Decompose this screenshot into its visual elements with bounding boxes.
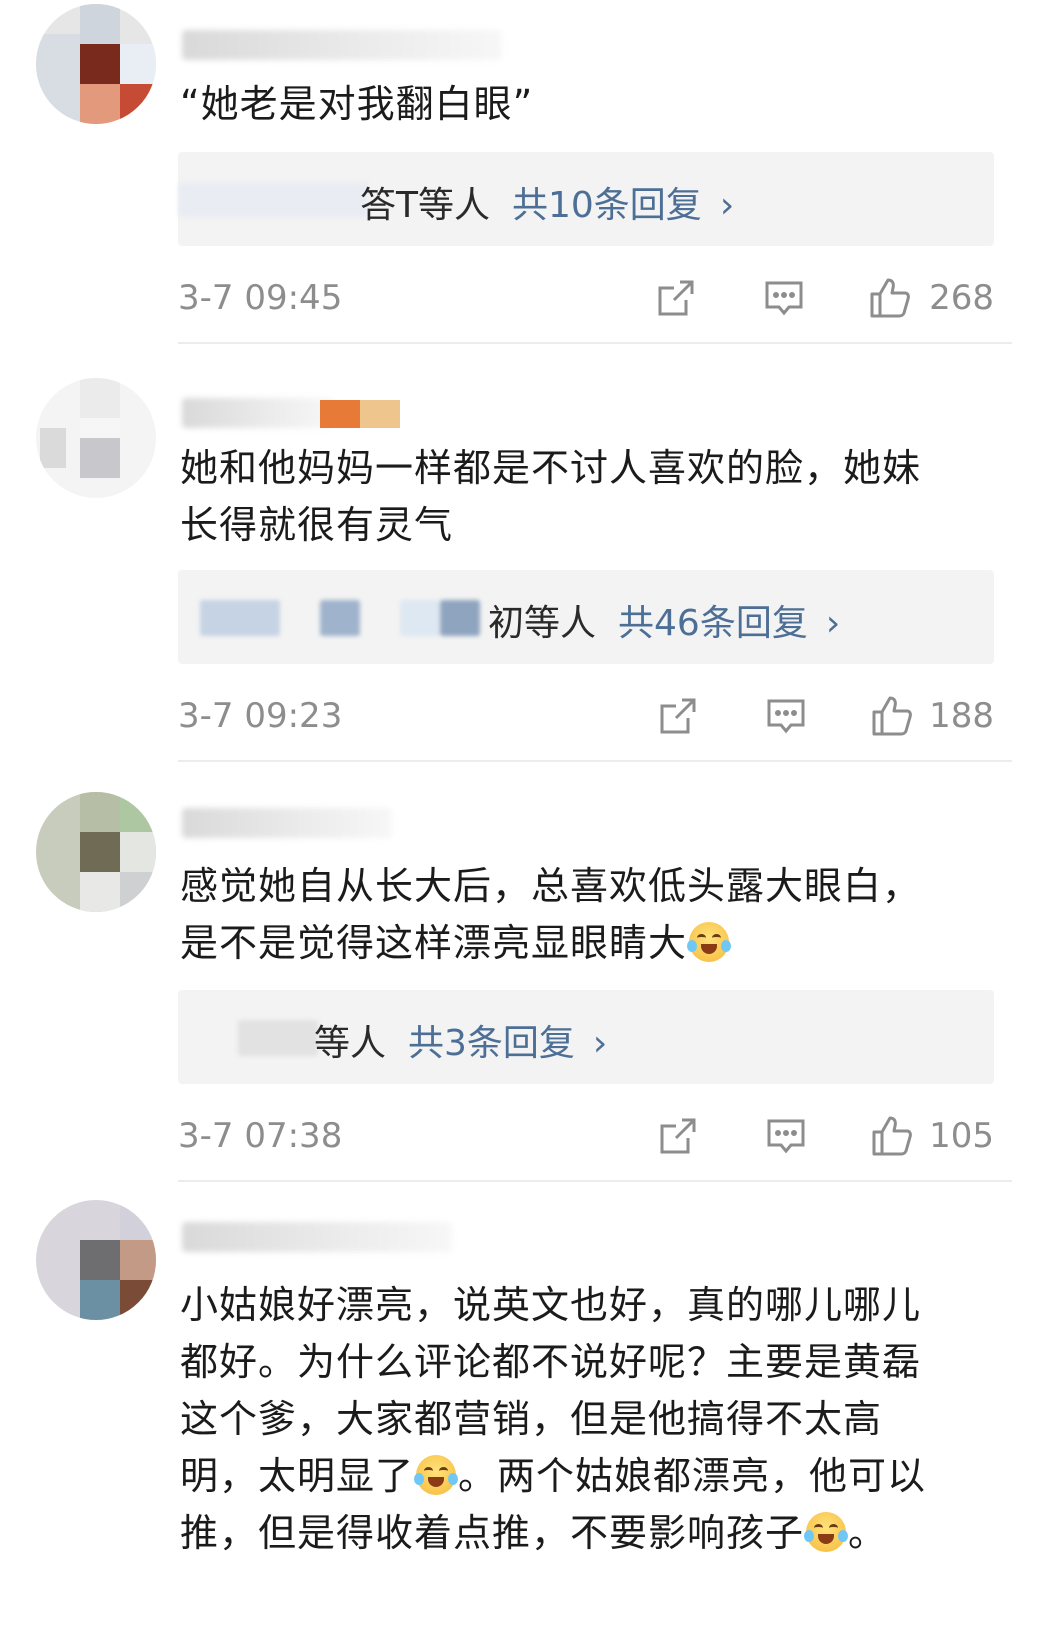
avatar[interactable]	[36, 1200, 156, 1320]
share-icon[interactable]	[656, 694, 700, 738]
chevron-right-icon: ›	[719, 185, 735, 226]
text-segment: 推，但是得收着点推，不要影响孩子	[180, 1511, 805, 1555]
comment-icon[interactable]	[764, 694, 808, 738]
reply-summary[interactable]: 等人 共3条回复 ›	[178, 990, 994, 1084]
comment-text: 她和他妈妈一样都是不讨人喜欢的脸，她妹 长得就很有灵气	[180, 440, 1000, 554]
like-count: 105	[929, 1116, 994, 1156]
timestamp: 3-7 07:38	[178, 1116, 343, 1156]
text-segment: 是不是觉得这样漂亮显眼睛大	[180, 921, 688, 965]
thumbs-up-icon[interactable]	[870, 1114, 914, 1158]
thumbs-up-icon[interactable]	[870, 694, 914, 738]
thumbs-up-icon[interactable]	[868, 276, 912, 320]
laugh-cry-emoji-icon	[804, 1512, 849, 1552]
text-segment: 。两个姑娘都漂亮，他可以	[458, 1454, 927, 1498]
reply-count-link[interactable]: 共10条回复	[512, 185, 702, 226]
text-line: 感觉她自从长大后，总喜欢低头露大眼白，	[180, 864, 922, 908]
divider	[178, 1180, 1012, 1182]
timestamp: 3-7 09:23	[178, 696, 343, 736]
username-blurred[interactable]	[182, 398, 332, 428]
comment-meta: 3-7 09:45 268	[178, 272, 994, 322]
text-line: 明，太明显了 。两个姑娘都漂亮，他可以	[180, 1448, 1000, 1505]
comment-text: 小姑娘好漂亮，说英文也好，真的哪儿哪儿 都好。为什么评论都不说好呢？主要是黄磊 …	[180, 1277, 1000, 1562]
text-line: 她和他妈妈一样都是不讨人喜欢的脸，她妹	[180, 446, 922, 490]
reply-summary[interactable]: 答T等人 共10条回复 ›	[178, 152, 994, 246]
avatar[interactable]	[36, 378, 156, 498]
text-line: 都好。为什么评论都不说好呢？主要是黄磊	[180, 1340, 922, 1384]
comment-meta: 3-7 07:38 105	[178, 1110, 994, 1160]
reply-count-link[interactable]: 共3条回复	[408, 1023, 575, 1064]
reply-names: 答T等人	[360, 185, 490, 226]
text-segment: 。	[848, 1511, 888, 1555]
comment-text: 感觉她自从长大后，总喜欢低头露大眼白， 是不是觉得这样漂亮显眼睛大	[180, 858, 1000, 972]
timestamp: 3-7 09:45	[178, 278, 343, 318]
text-line: 推，但是得收着点推，不要影响孩子。	[180, 1505, 1000, 1562]
text-line: 这个爹，大家都营销，但是他搞得不太高	[180, 1397, 883, 1441]
divider	[178, 342, 1012, 344]
reply-names: 等人	[314, 1023, 387, 1064]
username-blurred[interactable]	[182, 1222, 452, 1252]
reply-summary[interactable]: 初等人 共46条回复 ›	[178, 570, 994, 664]
comment-text: “她老是对我翻白眼”	[180, 82, 534, 126]
comment-icon[interactable]	[762, 276, 806, 320]
reply-names: 初等人	[488, 603, 597, 644]
user-badge	[320, 400, 360, 428]
comment-icon[interactable]	[764, 1114, 808, 1158]
laugh-cry-emoji-icon	[687, 922, 732, 962]
share-icon[interactable]	[654, 276, 698, 320]
text-line: 是不是觉得这样漂亮显眼睛大	[180, 915, 1000, 972]
text-line: 长得就很有灵气	[180, 503, 454, 547]
laugh-cry-emoji-icon	[414, 1455, 459, 1495]
like-count: 268	[929, 278, 994, 318]
like-count: 188	[929, 696, 994, 736]
divider	[178, 760, 1012, 762]
avatar[interactable]	[36, 792, 156, 912]
avatar[interactable]	[36, 4, 156, 124]
user-badge	[360, 400, 400, 428]
username-blurred[interactable]	[182, 30, 502, 60]
text-line: 小姑娘好漂亮，说英文也好，真的哪儿哪儿	[180, 1283, 922, 1327]
comment-meta: 3-7 09:23 188	[178, 690, 994, 740]
text-segment: 明，太明显了	[180, 1454, 415, 1498]
username-blurred[interactable]	[182, 808, 392, 838]
share-icon[interactable]	[656, 1114, 700, 1158]
reply-count-link[interactable]: 共46条回复	[618, 603, 808, 644]
chevron-right-icon: ›	[592, 1023, 608, 1064]
chevron-right-icon: ›	[825, 603, 841, 644]
